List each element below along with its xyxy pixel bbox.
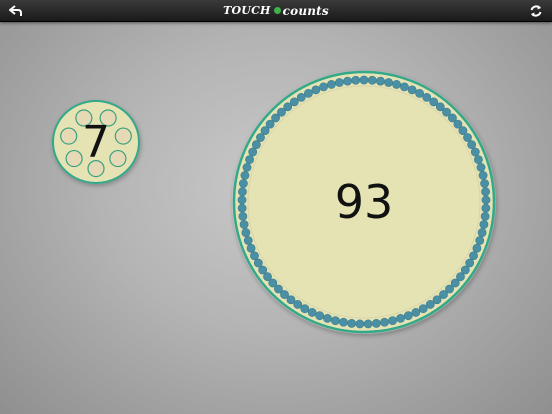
title-touch: TOUCH	[223, 4, 271, 17]
title-separator-dot	[273, 7, 281, 14]
refresh-button[interactable]	[525, 2, 547, 19]
counter-disc-small[interactable]: 7	[52, 100, 140, 184]
counter-value-small: 7	[82, 116, 110, 168]
app-title: TOUCH counts	[0, 2, 552, 19]
top-bar: TOUCH counts	[0, 0, 552, 22]
refresh-icon	[530, 4, 542, 17]
counter-value-large: 93	[334, 175, 394, 229]
counter-disc-large[interactable]: 93	[232, 70, 496, 334]
title-counts: counts	[282, 3, 329, 18]
